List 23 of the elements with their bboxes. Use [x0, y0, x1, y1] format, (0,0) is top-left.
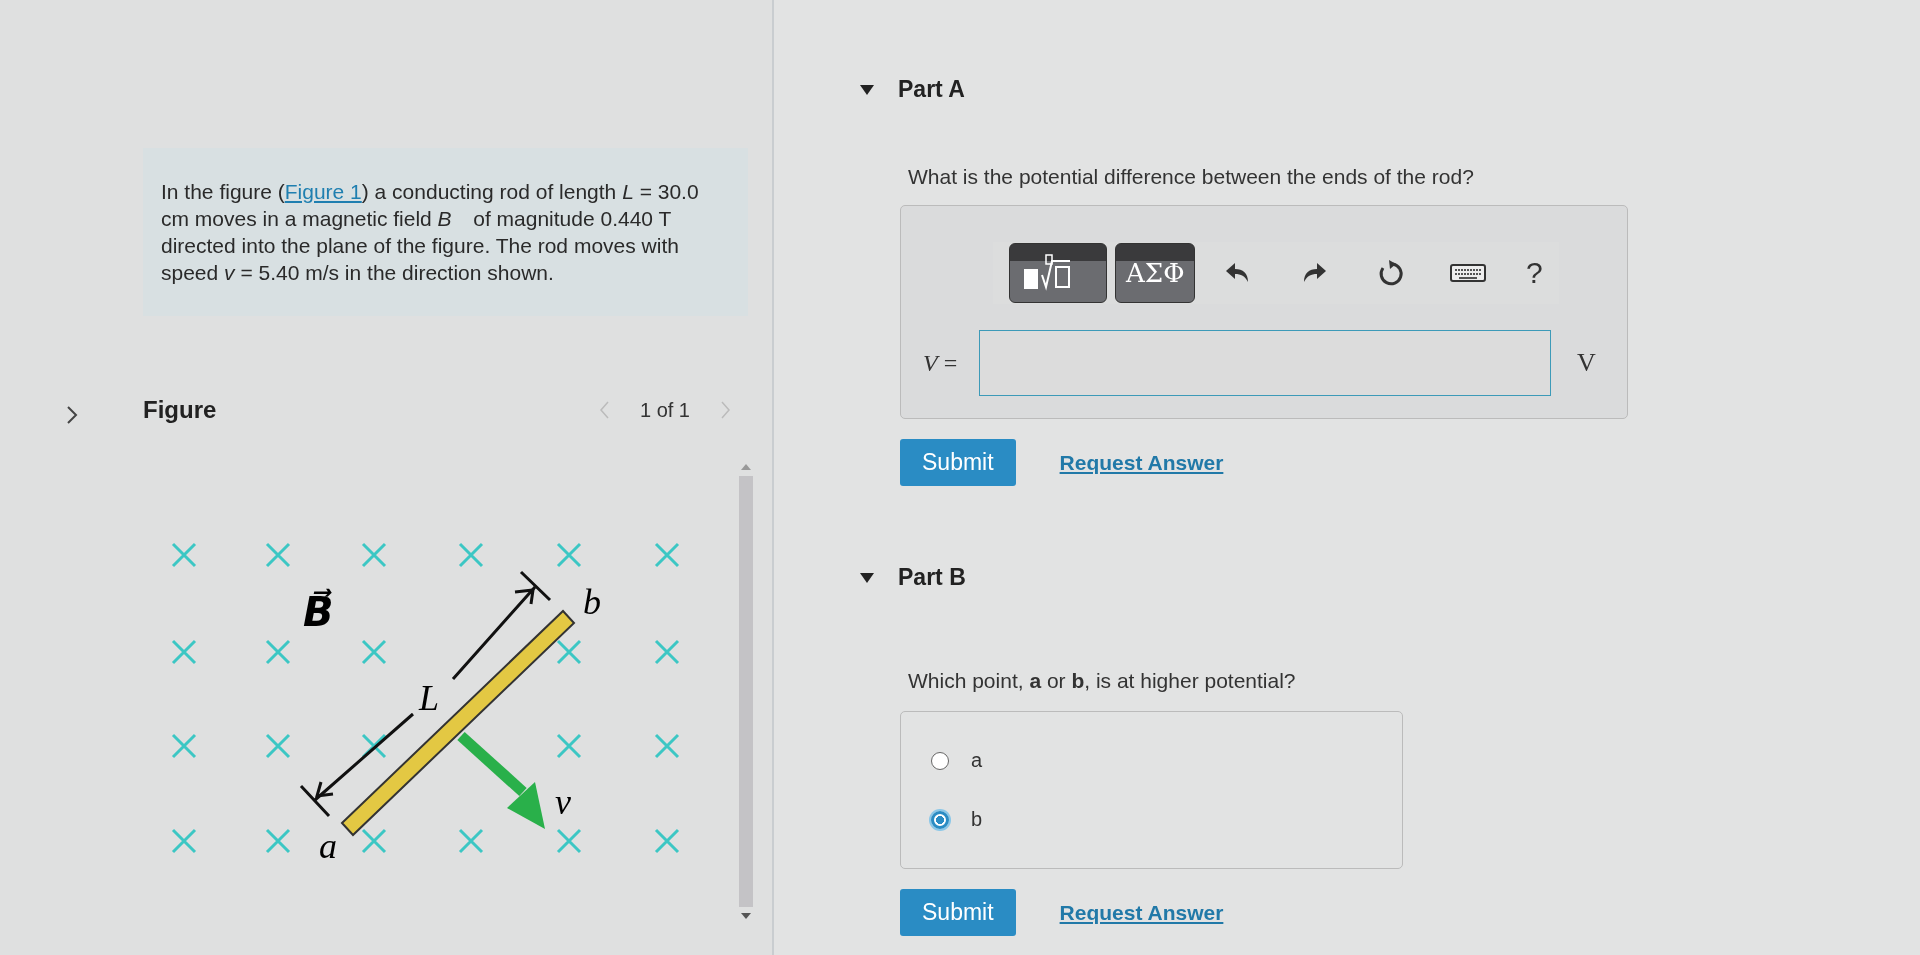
part-title: Part B: [898, 564, 966, 591]
unit-label: V: [1577, 348, 1596, 378]
field-label: B⃗: [303, 589, 334, 635]
answer-label: V =: [923, 349, 959, 377]
end-label: b: [583, 582, 601, 622]
option-label: b: [971, 808, 983, 831]
submit-button[interactable]: Submit: [900, 889, 1016, 936]
end-label: a: [319, 826, 337, 866]
help-button[interactable]: ?: [1509, 255, 1559, 291]
page-counter: 1 of 1: [639, 398, 690, 422]
part-title: Part A: [898, 76, 965, 103]
submit-button[interactable]: Submit: [900, 439, 1016, 486]
length-label: L: [419, 678, 440, 718]
question-text: Which point, a or b, is at higher potential?: [908, 669, 1297, 693]
question-text: What is the potential difference between the ends of the rod?: [908, 165, 1475, 189]
request-answer-link[interactable]: Request Answer: [1059, 900, 1224, 925]
option-label: a: [971, 749, 983, 772]
request-answer-link[interactable]: Request Answer: [1059, 450, 1224, 475]
symbols-button[interactable]: ΑΣΦ: [1115, 243, 1196, 303]
figure-link[interactable]: Figure 1: [284, 180, 362, 203]
problem-text: In the figure (Figure 1) a conducting rod of length L = 30.0 cm moves in a magnetic field B⃗ of magnitude 0.440 T directed into the plane of the figure. The rod moves with speed v = 5.40 m/s in the direction shown.: [161, 179, 700, 286]
figure-title: Figure: [143, 396, 217, 424]
velocity-label: v: [555, 782, 571, 822]
